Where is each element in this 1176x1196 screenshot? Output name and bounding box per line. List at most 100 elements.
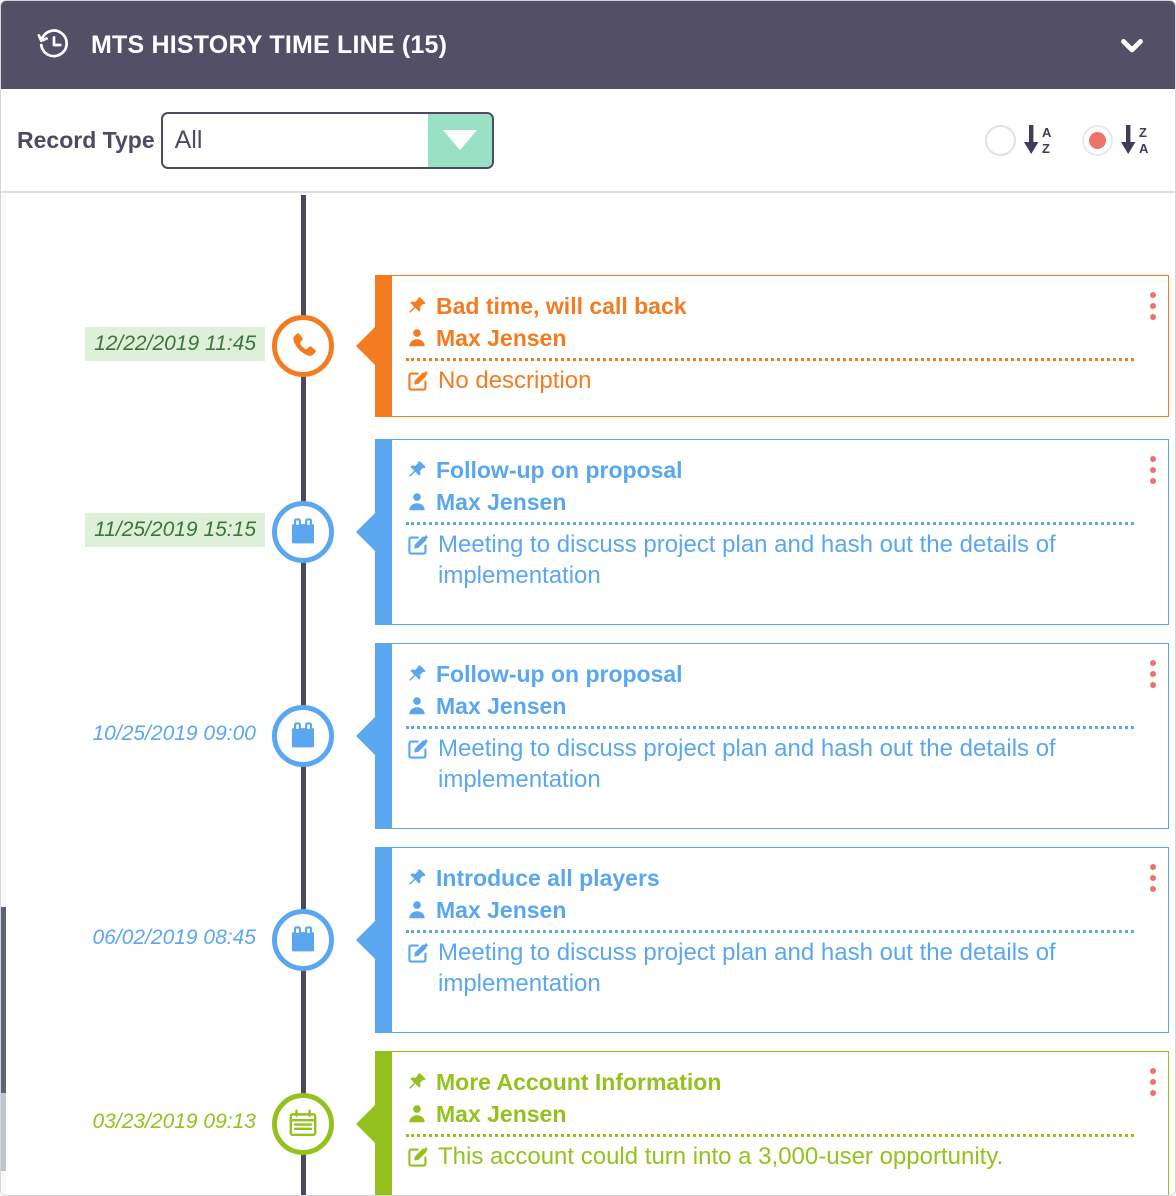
kebab-menu-icon[interactable] [1150, 1068, 1156, 1096]
card-title: Follow-up on proposal [436, 457, 683, 483]
card-body: Bad time, will call back Max Jensen No des… [392, 276, 1168, 416]
sort-descending-option[interactable]: Z A [1082, 121, 1153, 159]
card-title: Follow-up on proposal [436, 661, 683, 687]
card-divider [406, 1133, 1134, 1137]
person-icon [406, 899, 428, 921]
card-description: Meeting to discuss project plan and hash… [438, 938, 1056, 997]
timeline-card[interactable]: Bad time, will call back Max Jensen No des… [375, 275, 1169, 417]
card-accent-bar [376, 848, 392, 1032]
edit-note-icon [406, 533, 430, 557]
card-body: Introduce all players Max Jensen Meeting t… [392, 848, 1168, 1032]
card-description: Meeting to discuss project plan and hash… [438, 734, 1056, 793]
card-accent-bar [376, 644, 392, 828]
entry-date: 12/22/2019 11:45 [85, 327, 265, 361]
entry-date: 03/23/2019 09:13 [92, 1110, 257, 1133]
card-divider [406, 929, 1134, 933]
sort-descending-radio[interactable] [1082, 124, 1113, 156]
card-title-row: Follow-up on proposal [406, 660, 1134, 689]
card-user-row: Max Jensen [406, 692, 1134, 721]
sort-controls: A Z Z A [985, 121, 1153, 159]
pin-icon [406, 295, 428, 317]
timeline-entry: 03/23/2019 09:13 More Account Information… [1, 1051, 1175, 1195]
calendar-filled-icon[interactable] [272, 705, 334, 767]
person-icon [406, 1103, 428, 1125]
timeline-card[interactable]: Follow-up on proposal Max Jensen Meeting t… [375, 643, 1169, 829]
card-pointer [356, 715, 377, 757]
filter-toolbar: Record Type All A Z Z A [1, 89, 1175, 193]
edit-note-icon [406, 737, 430, 761]
card-user: Max Jensen [436, 325, 567, 352]
card-title-row: Follow-up on proposal [406, 456, 1134, 485]
note-calendar-icon[interactable] [272, 1093, 334, 1155]
record-type-value: All [174, 125, 203, 154]
card-title-row: Bad time, will call back [406, 292, 1134, 321]
kebab-menu-icon[interactable] [1150, 864, 1156, 892]
svg-text:Z: Z [1042, 141, 1050, 156]
timeline-body: 12/22/2019 11:45 Bad time, will call back… [1, 195, 1175, 1195]
card-user: Max Jensen [436, 1101, 567, 1128]
card-description-row: No description [406, 366, 1134, 397]
card-title: Introduce all players [436, 865, 660, 891]
chevron-down-icon[interactable] [1115, 28, 1149, 62]
entry-date: 10/25/2019 09:00 [92, 722, 257, 745]
record-type-label: Record Type [17, 126, 155, 153]
entry-date: 06/02/2019 08:45 [92, 926, 257, 949]
card-body: More Account Information Max Jensen This a… [392, 1052, 1168, 1195]
card-body: Follow-up on proposal Max Jensen Meeting t… [392, 644, 1168, 828]
sort-za-icon: Z A [1119, 121, 1153, 159]
timeline-entry: 06/02/2019 08:45 Introduce all players Max… [1, 847, 1175, 1033]
card-description-row: Meeting to discuss project plan and hash… [406, 938, 1134, 999]
card-description-row: Meeting to discuss project plan and hash… [406, 734, 1134, 795]
card-user-row: Max Jensen [406, 488, 1134, 517]
card-user: Max Jensen [436, 897, 567, 924]
phone-icon[interactable] [272, 315, 334, 377]
history-clock-icon [37, 28, 71, 62]
svg-text:A: A [1042, 125, 1052, 140]
calendar-filled-icon[interactable] [272, 501, 334, 563]
card-user: Max Jensen [436, 693, 567, 720]
card-pointer [356, 325, 377, 367]
kebab-menu-icon[interactable] [1150, 660, 1156, 688]
mts-history-timeline-panel: MTS HISTORY TIME LINE (15) Record Type A… [0, 0, 1176, 1196]
card-user-row: Max Jensen [406, 324, 1134, 353]
page-title: MTS HISTORY TIME LINE (15) [91, 30, 448, 59]
panel-header: MTS HISTORY TIME LINE (15) [1, 1, 1175, 89]
card-title-row: More Account Information [406, 1068, 1134, 1097]
card-pointer [356, 511, 377, 553]
person-icon [406, 491, 428, 513]
card-divider [406, 725, 1134, 729]
card-body: Follow-up on proposal Max Jensen Meeting t… [392, 440, 1168, 624]
record-type-select[interactable]: All [160, 111, 494, 169]
card-pointer [356, 1103, 377, 1145]
pin-icon [406, 663, 428, 685]
card-description-row: This account could turn into a 3,000-use… [406, 1142, 1134, 1173]
card-title: More Account Information [436, 1069, 722, 1095]
pin-icon [406, 1071, 428, 1093]
card-user-row: Max Jensen [406, 896, 1134, 925]
card-description: Meeting to discuss project plan and hash… [438, 530, 1056, 589]
timeline-card[interactable]: Introduce all players Max Jensen Meeting t… [375, 847, 1169, 1033]
card-divider [406, 521, 1134, 525]
timeline-card[interactable]: Follow-up on proposal Max Jensen Meeting t… [375, 439, 1169, 625]
kebab-menu-icon[interactable] [1150, 456, 1156, 484]
kebab-menu-icon[interactable] [1150, 292, 1156, 320]
dropdown-arrow-button[interactable] [427, 113, 492, 167]
card-user: Max Jensen [436, 489, 567, 516]
sort-ascending-radio[interactable] [985, 124, 1016, 156]
person-icon [406, 327, 428, 349]
card-user-row: Max Jensen [406, 1100, 1134, 1129]
entry-date: 11/25/2019 15:15 [85, 513, 265, 547]
person-icon [406, 695, 428, 717]
edit-note-icon [406, 941, 430, 965]
card-title: Bad time, will call back [436, 293, 687, 319]
card-pointer [356, 919, 377, 961]
sort-ascending-option[interactable]: A Z [985, 121, 1056, 159]
card-description-row: Meeting to discuss project plan and hash… [406, 530, 1134, 591]
chevron-down-triangle-icon [442, 130, 477, 150]
pin-icon [406, 867, 428, 889]
timeline-card[interactable]: More Account Information Max Jensen This a… [375, 1051, 1169, 1195]
calendar-filled-icon[interactable] [272, 909, 334, 971]
edit-note-icon [406, 369, 430, 393]
card-accent-bar [376, 276, 392, 416]
card-accent-bar [376, 440, 392, 624]
